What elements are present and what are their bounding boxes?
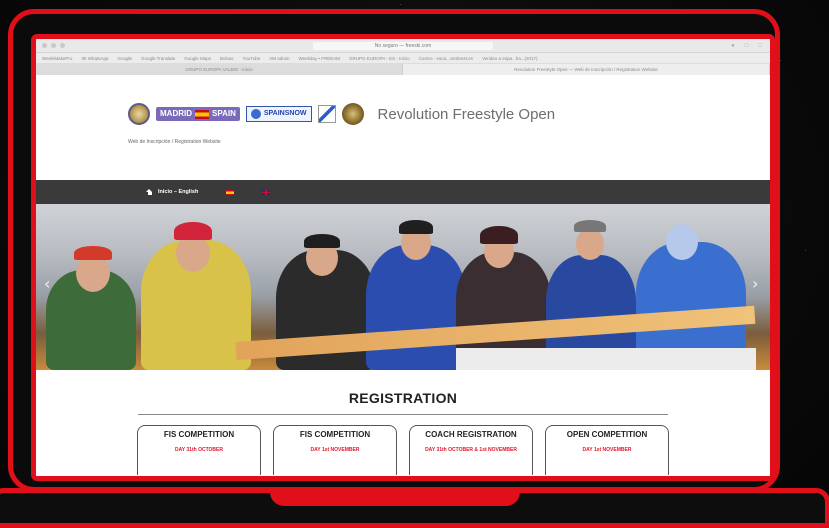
browser-tabs: GRUPO EUROPA VALBIS - Inicio Revolution … [36, 64, 770, 75]
site-subtitle: Web de Inscripción / Registration Websit… [128, 139, 221, 145]
registration-card[interactable]: FIS COMPETITION DAY 1st NOVEMBER [273, 425, 397, 475]
spain-flag-icon[interactable] [226, 189, 235, 195]
card-title: FIS COMPETITION [299, 430, 371, 439]
bookmarks-bar: WeekiMakePro IIII WhatsApp Google Google… [36, 53, 770, 64]
bookmark-item[interactable]: Correo - esca...cenbrest.es [419, 56, 473, 61]
bookmark-item[interactable]: AM admin [269, 56, 289, 61]
browser-tab[interactable]: GRUPO EUROPA VALBIS - Inicio [36, 64, 403, 75]
emblem-icon [341, 103, 364, 125]
hero-person-hat [399, 220, 433, 234]
card-date: DAY 31th OCTOBER & 1st NOVEMBER [425, 447, 517, 453]
card-date: DAY 1st NOVEMBER [582, 447, 632, 453]
bookmark-item[interactable]: WeekiMakePro [42, 56, 72, 61]
hero-person-hat [174, 222, 212, 240]
web-page: MADRID SPAIN SPAINSNOW Revolution Freest… [36, 75, 770, 476]
site-header: MADRID SPAIN SPAINSNOW Revolution Freest… [36, 75, 770, 180]
maximize-dot-icon[interactable] [60, 43, 65, 48]
registration-section: REGISTRATION FIS COMPETITION DAY 31th OC… [36, 370, 770, 475]
main-nav: Inicio – English [36, 180, 770, 204]
bookmark-item[interactable]: Vendeo a espa...ha...(2017) [482, 56, 538, 61]
nav-item-home-label: Inicio – English [158, 189, 199, 195]
bookmark-item[interactable]: IIII WhatsApp [81, 56, 108, 61]
hero-banner [456, 348, 756, 370]
bookmark-item[interactable]: Google Translate [141, 56, 175, 61]
share-icon[interactable]: □ [745, 43, 749, 49]
card-title: FIS COMPETITION [163, 430, 235, 439]
bookmark-item[interactable]: Weekday • FREEAM [298, 56, 340, 61]
divider [138, 414, 668, 415]
bookmark-item[interactable]: Google [117, 56, 132, 61]
card-date: DAY 1st NOVEMBER [310, 447, 360, 453]
slider-next-icon[interactable]: › [752, 276, 762, 292]
hero-slider: ‹ › [36, 204, 770, 370]
bookmark-item[interactable]: GRUPO EUROPA - ES - Inicio [349, 56, 410, 61]
browser-titlebar: No seguro — freeski.com ● □ □ [36, 39, 770, 53]
card-title: COACH REGISTRATION [425, 430, 517, 439]
madrid-spain-logo: MADRID SPAIN [156, 107, 240, 121]
download-icon[interactable]: ● [731, 43, 735, 49]
hero-person-hat [304, 234, 340, 248]
sponsor-logos: MADRID SPAIN SPAINSNOW Revolution Freest… [128, 103, 555, 125]
registration-card[interactable]: OPEN COMPETITION DAY 1st NOVEMBER [545, 425, 669, 475]
registration-card[interactable]: FIS COMPETITION DAY 31th OCTOBER [137, 425, 261, 475]
address-bar[interactable]: No seguro — freeski.com [313, 41, 493, 50]
federation-seal-icon [128, 103, 150, 125]
nav-item-home[interactable]: Inicio – English [146, 189, 198, 195]
hero-person-head [666, 224, 698, 260]
registration-title: REGISTRATION [348, 390, 458, 406]
bookmark-item[interactable]: YouTube [243, 56, 261, 61]
minimize-dot-icon[interactable] [51, 43, 56, 48]
hero-person-hat [574, 220, 606, 232]
tabs-icon[interactable]: □ [758, 43, 762, 49]
hero-person-head [576, 228, 604, 260]
hero-person-hat [74, 246, 112, 260]
spain-flag-icon [195, 109, 209, 119]
home-icon [146, 189, 153, 195]
uk-flag-icon[interactable] [262, 189, 271, 195]
site-title[interactable]: Revolution Freestyle Open [378, 106, 556, 123]
card-title: OPEN COMPETITION [566, 430, 648, 439]
browser-tab-active[interactable]: Revolution Freestyle Open — Web de Inscr… [403, 64, 770, 75]
snowflake-icon [250, 109, 261, 119]
hero-person-hat [480, 226, 518, 244]
registration-cards: FIS COMPETITION DAY 31th OCTOBER FIS COM… [36, 425, 770, 475]
bookmark-item[interactable]: Google Maps [184, 56, 211, 61]
madrid-logo-text: MADRID [160, 109, 192, 118]
hero-person [366, 245, 466, 370]
fis-logo-icon [317, 105, 336, 123]
registration-card[interactable]: COACH REGISTRATION DAY 31th OCTOBER & 1s… [409, 425, 533, 475]
spainsnow-logo-text: SPAINSNOW [263, 110, 307, 117]
close-dot-icon[interactable] [42, 43, 47, 48]
laptop-frame: No seguro — freeski.com ● □ □ WeekiMakeP… [8, 9, 780, 492]
bookmark-item[interactable]: Bolsas [220, 56, 234, 61]
spainsnow-logo: SPAINSNOW [245, 106, 312, 122]
card-date: DAY 31th OCTOBER [175, 447, 223, 453]
laptop-screen: No seguro — freeski.com ● □ □ WeekiMakeP… [31, 34, 775, 481]
browser-toolbar-icons: ● □ □ [731, 43, 762, 49]
spain-logo-text: SPAIN [212, 109, 236, 118]
slider-prev-icon[interactable]: ‹ [44, 276, 54, 292]
